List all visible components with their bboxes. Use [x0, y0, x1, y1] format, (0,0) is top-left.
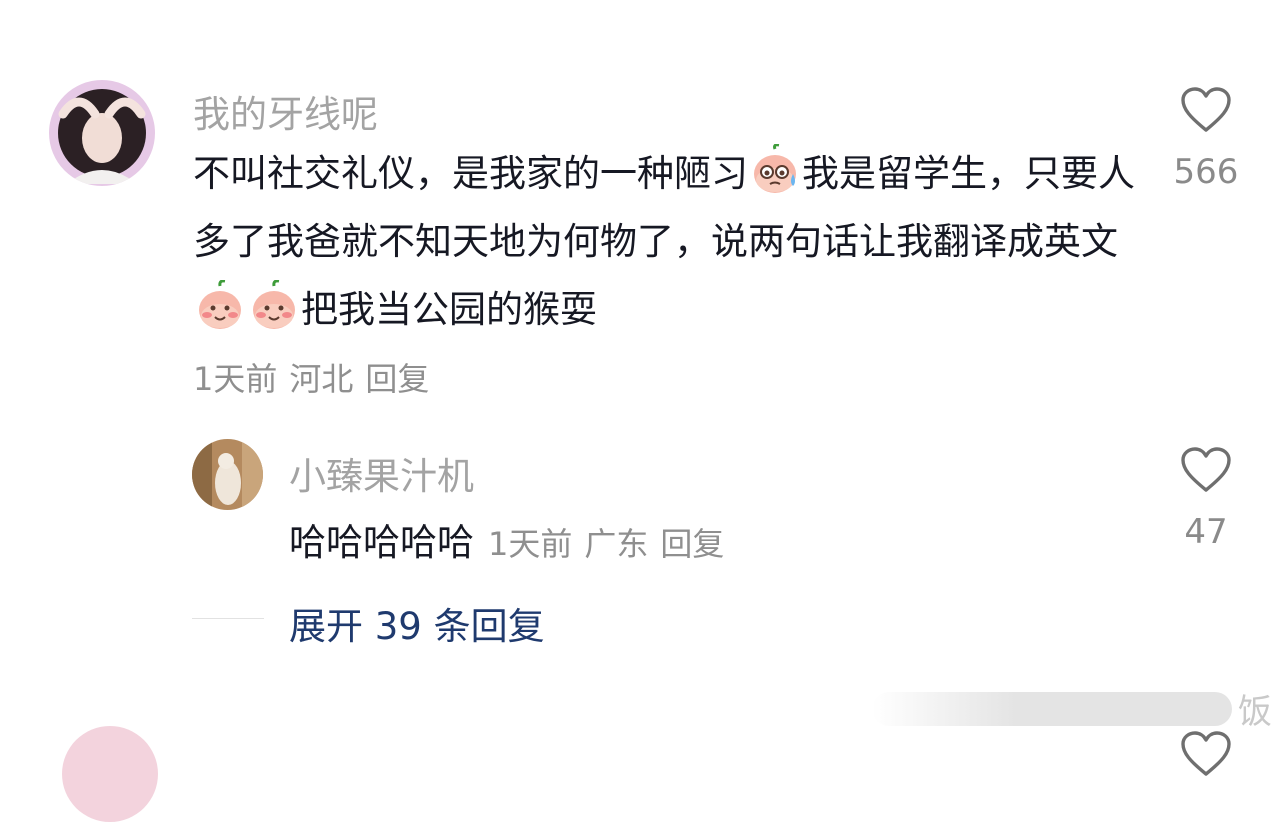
- reply-time: 1天前: [488, 525, 573, 563]
- sweat-emoji-icon: [749, 144, 801, 196]
- comment-text-part: 把我当公园的猴耍: [301, 288, 597, 331]
- next-comment-like-button[interactable]: [1180, 730, 1232, 778]
- comment-reply-button[interactable]: 回复: [365, 360, 429, 398]
- expand-replies-button[interactable]: 展开 39 条回复: [289, 596, 545, 650]
- reply-reply-button[interactable]: 回复: [660, 525, 724, 563]
- heart-outline-icon: [1181, 731, 1231, 776]
- reply-text: 哈哈哈哈哈: [289, 521, 474, 564]
- reply-avatar[interactable]: [192, 439, 263, 510]
- heart-outline-icon: [1181, 447, 1231, 492]
- comment-location: 河北: [289, 360, 354, 398]
- reply-like-count: 47: [1184, 512, 1228, 552]
- blush-emoji-icon: [194, 280, 246, 332]
- reply-text-row: 哈哈哈哈哈 1天前 广东 回复: [289, 512, 736, 566]
- watermark-bar: [872, 691, 1232, 726]
- commenter-avatar[interactable]: [49, 80, 155, 186]
- reply-location: 广东: [584, 525, 649, 563]
- comment-like-button[interactable]: [1180, 86, 1232, 134]
- comment-text-part: 不叫社交礼仪，是我家的一种陋习: [193, 152, 748, 195]
- heart-outline-icon: [1181, 87, 1231, 132]
- commenter-username[interactable]: 我的牙线呢: [193, 84, 378, 138]
- reply-meta: 1天前 广东 回复: [488, 525, 736, 563]
- watermark-text: 饭: [1238, 692, 1272, 732]
- comment-like-count: 566: [1173, 152, 1239, 192]
- blush-emoji-icon: [248, 280, 300, 332]
- reply-like-button[interactable]: [1180, 446, 1232, 494]
- next-commenter-avatar[interactable]: [62, 726, 158, 822]
- reply-username[interactable]: 小臻果汁机: [289, 446, 474, 500]
- comment-text: 不叫社交礼仪，是我家的一种陋习 我是留学生，只要人多了我爸就不知天地为何物了，说…: [193, 140, 1143, 344]
- comment-time: 1天前: [193, 360, 278, 398]
- expand-divider: [192, 618, 264, 619]
- watermark: 饭: [872, 684, 1272, 733]
- comment-meta: 1天前 河北 回复: [193, 354, 441, 400]
